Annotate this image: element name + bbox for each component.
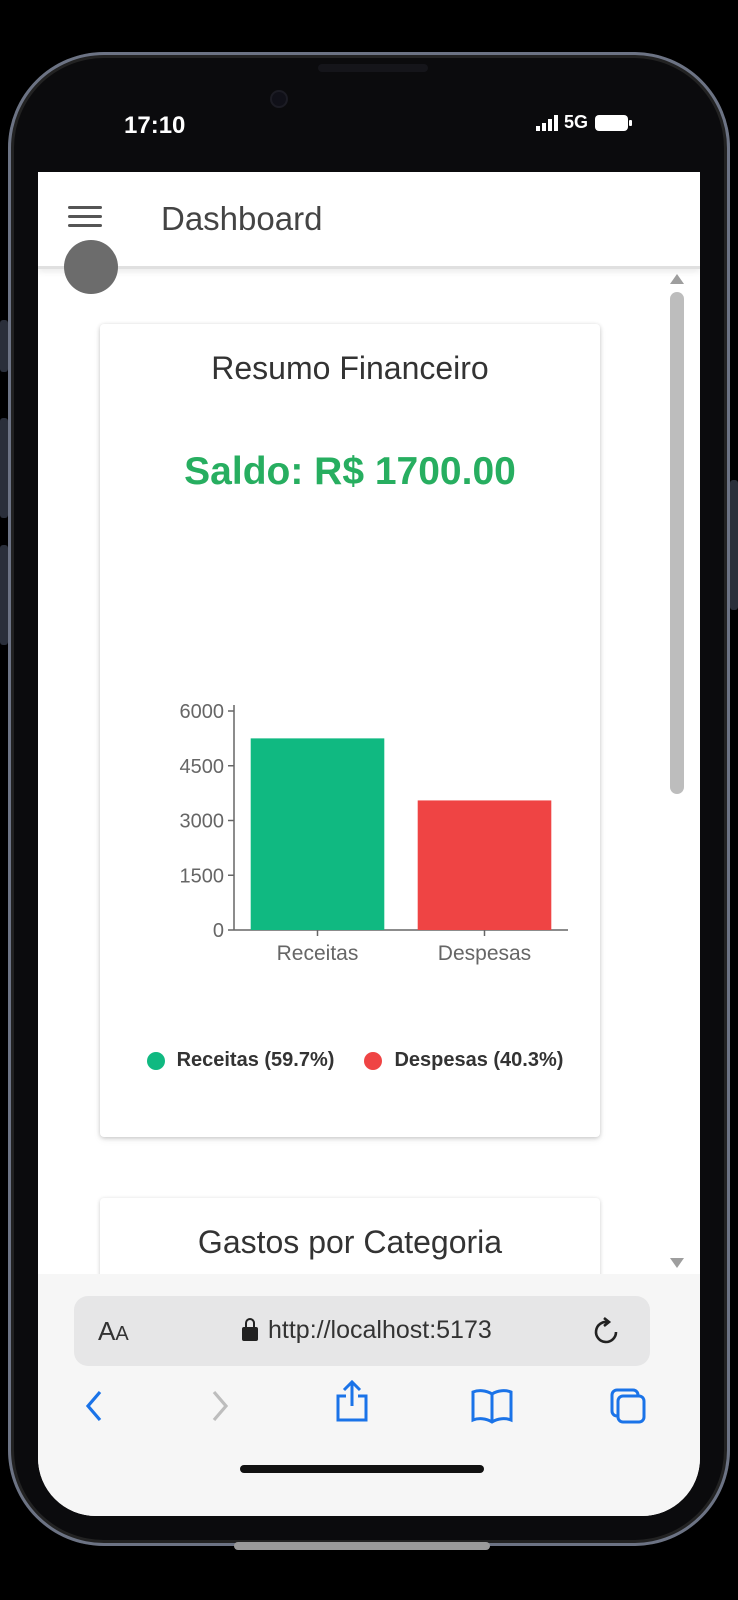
volume-up-button: [0, 418, 8, 518]
legend-dot: [146, 1051, 165, 1070]
chevron-right-icon[interactable]: [208, 1386, 234, 1431]
signal-icon: [536, 114, 558, 131]
power-button: [730, 480, 738, 610]
y-tick-label: 3000: [180, 811, 225, 833]
scrollbar-thumb[interactable]: [670, 292, 684, 794]
speaker: [318, 64, 428, 72]
tabs-icon[interactable]: [608, 1386, 648, 1431]
legend-item-receitas[interactable]: Receitas (59.7%): [146, 1049, 335, 1072]
x-tick-label: Despesas: [438, 942, 531, 965]
summary-card: Resumo Financeiro Saldo: R$ 1700.00 0 150…: [100, 324, 600, 1137]
page-title: Dashboard: [161, 200, 323, 237]
home-indicator: [240, 1465, 484, 1473]
app-bar: Dashboard: [38, 172, 700, 269]
bar-chart: 0 1500 3000 4500 6000 Receitas Despesas: [180, 701, 568, 965]
lock-icon: [242, 1317, 258, 1341]
url-display[interactable]: http://localhost:5173: [242, 1316, 492, 1345]
url-text: http://localhost:5173: [268, 1316, 492, 1344]
balance-text: Saldo: R$ 1700.00: [184, 450, 516, 493]
browser-toolbar: AA http://localhost:5173: [38, 1274, 700, 1516]
scroll-up-arrow[interactable]: [670, 274, 684, 284]
legend-dot: [364, 1051, 383, 1070]
menu-icon[interactable]: [68, 206, 102, 230]
y-tick-label: 4500: [180, 756, 225, 778]
browser-screen: Dashboard Resumo Financeiro Saldo: R$ 17…: [38, 172, 700, 1516]
reload-icon[interactable]: [592, 1314, 622, 1354]
status-time: 17:10: [124, 112, 186, 139]
bar-despesas[interactable]: [417, 800, 552, 930]
volume-down-button: [0, 545, 8, 645]
scroll-down-arrow[interactable]: [670, 1258, 684, 1268]
address-bar[interactable]: AA http://localhost:5173: [74, 1296, 650, 1366]
system-gesture-bar: [234, 1542, 490, 1550]
text-size-button[interactable]: AA: [98, 1316, 129, 1347]
status-indicators: 5G: [536, 112, 634, 133]
y-tick-label: 0: [213, 920, 224, 942]
chevron-left-icon[interactable]: [80, 1386, 106, 1431]
camera: [272, 92, 286, 106]
book-icon[interactable]: [470, 1386, 514, 1431]
card-title: Gastos por Categoria: [197, 1224, 503, 1260]
battery-icon: [595, 114, 633, 131]
card-title: Resumo Financeiro: [211, 350, 489, 386]
share-icon[interactable]: [334, 1378, 370, 1429]
legend-label: Receitas (59.7%): [176, 1049, 335, 1071]
legend-label: Despesas (40.3%): [394, 1049, 564, 1071]
legend-item-despesas[interactable]: Despesas (40.3%): [364, 1049, 563, 1072]
y-tick-label: 1500: [180, 865, 225, 887]
side-button: [0, 320, 8, 372]
x-tick-label: Receitas: [277, 942, 359, 965]
chart-legend: Receitas (59.7%) Despesas (40.3%): [130, 1049, 580, 1072]
touch-indicator: [64, 240, 118, 294]
bar-receitas[interactable]: [250, 738, 385, 930]
y-tick-label: 6000: [180, 701, 225, 723]
network-label: 5G: [564, 112, 589, 132]
